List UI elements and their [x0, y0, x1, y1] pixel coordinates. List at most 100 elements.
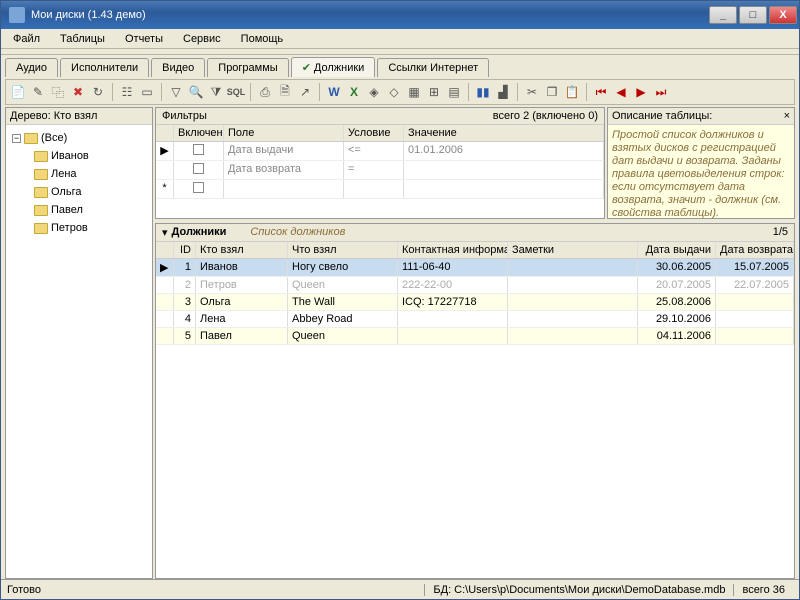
new-icon[interactable]: 📄 [10, 84, 26, 100]
card-icon[interactable]: ▭ [139, 84, 155, 100]
tab-audio[interactable]: Аудио [5, 58, 58, 77]
checkbox[interactable] [193, 144, 204, 155]
paste-icon[interactable]: 📋 [564, 84, 580, 100]
csv-icon[interactable]: ▦ [406, 84, 422, 100]
folder-icon [34, 169, 48, 180]
tab-artists[interactable]: Исполнители [60, 58, 149, 77]
status-left: Готово [7, 584, 424, 596]
filter-title: Фильтры [156, 108, 213, 124]
filter-col-cond[interactable]: Условие [344, 125, 404, 141]
table-row[interactable]: 2ПетровQueen222-22-0020.07.200522.07.200… [156, 277, 794, 294]
filter-row[interactable]: Дата возврата= [156, 161, 604, 180]
minimize-button[interactable]: _ [709, 6, 737, 24]
close-button[interactable]: X [769, 6, 797, 24]
filter-col-field[interactable]: Поле [224, 125, 344, 141]
tabs: Аудио Исполнители Видео Программы ✔Должн… [1, 55, 799, 77]
toolbar: 📄 ✎ ⿻ ✖ ↻ ☷ ▭ ▽ 🔍 ⧩ SQL ⎙ 🗎 ↗ W X ◈ ◇ ▦ … [5, 79, 795, 105]
data-page: 1/5 [773, 226, 788, 239]
funnel-icon[interactable]: ⧩ [208, 84, 224, 100]
cut-icon[interactable]: ✂ [524, 84, 540, 100]
excel-icon[interactable]: X [346, 84, 362, 100]
menubar: Файл Таблицы Отчеты Сервис Помощь [1, 29, 799, 49]
tab-debtors[interactable]: ✔Должники [291, 57, 376, 77]
folder-icon [34, 151, 48, 162]
chart-icon[interactable]: ▮▮ [475, 84, 491, 100]
desc-close-icon[interactable]: × [784, 110, 790, 122]
print-icon[interactable]: ⎙ [257, 84, 273, 100]
status-db: БД: C:\Users\p\Documents\Мои диски\DemoD… [424, 584, 733, 596]
tab-programs[interactable]: Программы [207, 58, 288, 77]
col-id[interactable]: ID [174, 242, 196, 258]
tree-root[interactable]: −(Все) [10, 129, 148, 147]
checkbox[interactable] [193, 182, 204, 193]
tree-item[interactable]: Павел [10, 201, 148, 219]
rtf-icon[interactable]: ▤ [446, 84, 462, 100]
collapse-icon[interactable]: − [12, 134, 21, 143]
filter-col-value[interactable]: Значение [404, 125, 604, 141]
folder-icon [34, 187, 48, 198]
prev-icon[interactable]: ◀ [613, 84, 629, 100]
menu-file[interactable]: Файл [7, 31, 46, 47]
tree-icon[interactable]: ☷ [119, 84, 135, 100]
folder-icon [34, 223, 48, 234]
filter-status: всего 2 (включено 0) [487, 108, 604, 124]
grid-handle-icon[interactable]: ▾ [162, 226, 168, 239]
tree-item[interactable]: Петров [10, 219, 148, 237]
description-panel: Описание таблицы:× Простой список должни… [607, 107, 795, 219]
filter-icon[interactable]: ▽ [168, 84, 184, 100]
menu-reports[interactable]: Отчеты [119, 31, 169, 47]
preview-icon[interactable]: 🗎 [277, 84, 293, 100]
filter-panel: Фильтры всего 2 (включено 0) Включен Поле… [155, 107, 605, 219]
tab-links[interactable]: Ссылки Интернет [377, 58, 489, 77]
table-row[interactable]: 3ОльгаThe WallICQ: 1722771825.08.2006 [156, 294, 794, 311]
txt-icon[interactable]: ⊞ [426, 84, 442, 100]
sql-icon[interactable]: SQL [228, 84, 244, 100]
check-icon: ✔ [302, 62, 311, 74]
next-icon[interactable]: ▶ [633, 84, 649, 100]
search-icon[interactable]: 🔍 [188, 84, 204, 100]
filter-col-enabled[interactable]: Включен [174, 125, 224, 141]
filter-row[interactable]: * [156, 180, 604, 199]
menu-help[interactable]: Помощь [235, 31, 290, 47]
col-notes[interactable]: Заметки [508, 242, 638, 258]
data-panel: ▾ Должники Список должников 1/5 ID Кто в… [155, 223, 795, 579]
export-icon[interactable]: ↗ [297, 84, 313, 100]
folder-icon [34, 205, 48, 216]
last-icon[interactable]: ⏭ [653, 84, 669, 100]
html-icon[interactable]: ◈ [366, 84, 382, 100]
copy-icon[interactable]: ⿻ [50, 84, 66, 100]
maximize-button[interactable]: □ [739, 6, 767, 24]
first-icon[interactable]: ⏮ [593, 84, 609, 100]
col-d2[interactable]: Дата возврата [716, 242, 794, 258]
word-icon[interactable]: W [326, 84, 342, 100]
stats-icon[interactable]: ▟ [495, 84, 511, 100]
col-contact[interactable]: Контактная информация [398, 242, 508, 258]
data-title: Должники [172, 226, 227, 239]
checkbox[interactable] [193, 163, 204, 174]
tree-item[interactable]: Ольга [10, 183, 148, 201]
col-d1[interactable]: Дата выдачи [638, 242, 716, 258]
data-subtitle: Список должников [250, 226, 345, 239]
copy2-icon[interactable]: ❐ [544, 84, 560, 100]
menu-service[interactable]: Сервис [177, 31, 227, 47]
tab-video[interactable]: Видео [151, 58, 205, 77]
statusbar: Готово БД: C:\Users\p\Documents\Мои диск… [1, 579, 799, 599]
tree-item[interactable]: Лена [10, 165, 148, 183]
table-row[interactable]: 5ПавелQueen04.11.2006 [156, 328, 794, 345]
table-row[interactable]: ▶1ИвановНогу свело111-06-4030.06.200515.… [156, 259, 794, 277]
window-title: Мои диски (1.43 демо) [31, 9, 707, 21]
menu-tables[interactable]: Таблицы [54, 31, 111, 47]
col-kto[interactable]: Кто взял [196, 242, 288, 258]
tree-item[interactable]: Иванов [10, 147, 148, 165]
table-row[interactable]: 4ЛенаAbbey Road29.10.2006 [156, 311, 794, 328]
xml-icon[interactable]: ◇ [386, 84, 402, 100]
desc-title: Описание таблицы: [612, 110, 712, 122]
col-chto[interactable]: Что взял [288, 242, 398, 258]
tree-panel: Дерево: Кто взял −(Все) Иванов Лена Ольг… [5, 107, 153, 579]
filter-row[interactable]: ▶Дата выдачи<=01.01.2006 [156, 142, 604, 161]
folder-icon [24, 133, 38, 144]
app-icon [9, 7, 25, 23]
delete-icon[interactable]: ✖ [70, 84, 86, 100]
refresh-icon[interactable]: ↻ [90, 84, 106, 100]
edit-icon[interactable]: ✎ [30, 84, 46, 100]
